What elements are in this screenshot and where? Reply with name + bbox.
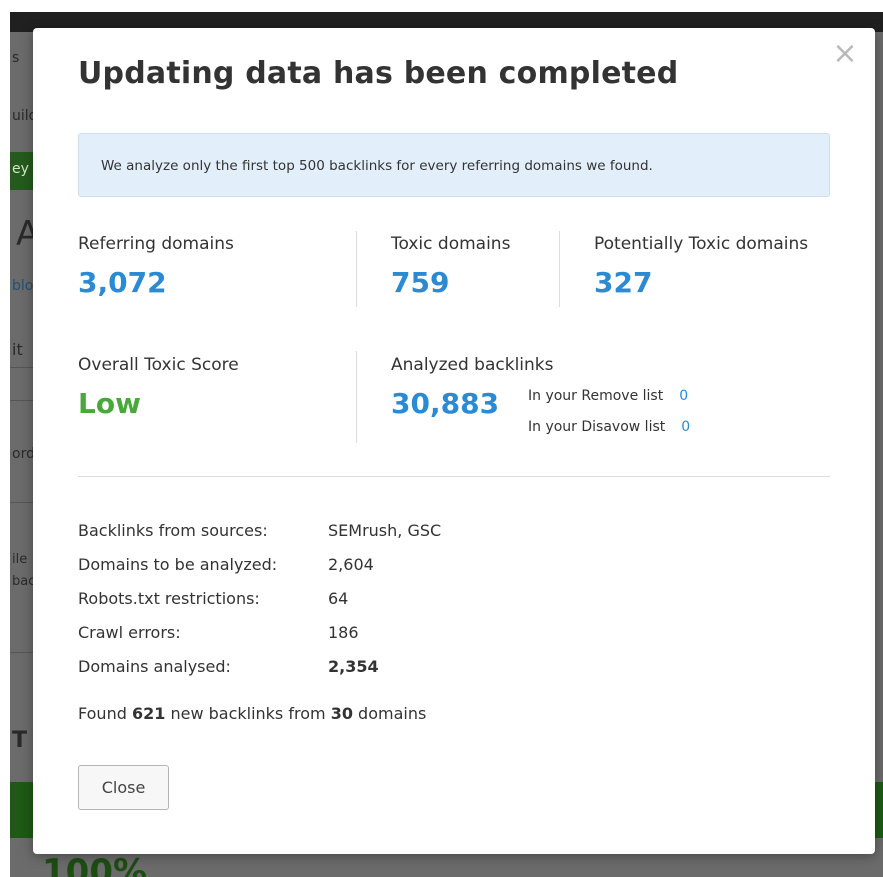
toxic-score-value: Low — [78, 387, 141, 420]
stat-divider — [356, 231, 357, 307]
found-domain-count: 30 — [330, 704, 353, 723]
background-text: ile — [12, 552, 28, 567]
update-complete-modal: × Updating data has been completed We an… — [33, 28, 875, 854]
detail-value: 2,604 — [328, 554, 374, 574]
stat-divider — [559, 231, 560, 307]
detail-row: Domains analysed: 2,354 — [78, 649, 441, 683]
referring-domains-label: Referring domains — [78, 234, 234, 254]
detail-value: 186 — [328, 622, 359, 642]
detail-label: Backlinks from sources: — [78, 520, 268, 540]
toxic-score-label: Overall Toxic Score — [78, 355, 239, 375]
disavow-list-label: In your Disavow list — [528, 419, 666, 435]
info-notice: We analyze only the first top 500 backli… — [78, 133, 830, 197]
detail-value: 2,354 — [328, 656, 379, 676]
found-summary: Found 621 new backlinks from 30 domains — [78, 704, 426, 723]
toxic-domains-stat: Toxic domains 759 — [391, 234, 510, 299]
disavow-list-row: In your Disavow list 0 — [528, 419, 690, 450]
background-text: ord — [12, 446, 35, 462]
found-suffix: domains — [358, 704, 427, 723]
referring-domains-value: 3,072 — [78, 266, 167, 299]
background-text: 100% — [42, 852, 148, 877]
potentially-toxic-label: Potentially Toxic domains — [594, 234, 809, 254]
close-button[interactable]: Close — [78, 765, 169, 810]
remove-list-label: In your Remove list — [528, 388, 664, 404]
potentially-toxic-stat: Potentially Toxic domains 327 — [594, 234, 808, 299]
background-text: bac — [12, 574, 36, 589]
detail-value: 64 — [328, 588, 349, 608]
found-middle: new backlinks from — [170, 704, 326, 723]
background-text: s — [12, 50, 20, 66]
section-divider — [78, 476, 830, 477]
modal-title: Updating data has been completed — [78, 56, 679, 91]
detail-value: SEMrush, GSC — [328, 520, 442, 540]
background-text: ey — [12, 161, 29, 177]
background-text: it — [12, 340, 23, 359]
detail-label: Domains analysed: — [78, 656, 231, 676]
detail-row: Crawl errors: 186 — [78, 615, 441, 649]
detail-label: Domains to be analyzed: — [78, 554, 278, 574]
referring-domains-stat: Referring domains 3,072 — [78, 234, 234, 299]
stat-divider — [356, 351, 357, 443]
disavow-list-count-link[interactable]: 0 — [681, 419, 690, 435]
background-text: blo — [12, 278, 34, 294]
found-prefix: Found — [78, 704, 127, 723]
detail-row: Robots.txt restrictions: 64 — [78, 581, 441, 615]
toxic-domains-label: Toxic domains — [391, 234, 511, 254]
toxic-domains-value: 759 — [391, 266, 450, 299]
potentially-toxic-value: 327 — [594, 266, 653, 299]
detail-row: Backlinks from sources: SEMrush, GSC — [78, 513, 441, 547]
background-text: T — [12, 728, 28, 753]
close-icon[interactable]: × — [831, 39, 859, 69]
remove-list-count-link[interactable]: 0 — [679, 388, 688, 404]
remove-list-row: In your Remove list 0 — [528, 388, 690, 419]
detail-row: Domains to be analyzed: 2,604 — [78, 547, 441, 581]
analyzed-backlinks-label: Analyzed backlinks — [391, 355, 554, 375]
detail-label: Crawl errors: — [78, 622, 181, 642]
list-counts: In your Remove list 0 In your Disavow lis… — [528, 388, 690, 450]
detail-label: Robots.txt restrictions: — [78, 588, 260, 608]
found-new-count: 621 — [131, 704, 166, 723]
toxic-score-stat: Overall Toxic Score Low — [78, 355, 239, 420]
details-table: Backlinks from sources: SEMrush, GSC Dom… — [78, 513, 441, 683]
